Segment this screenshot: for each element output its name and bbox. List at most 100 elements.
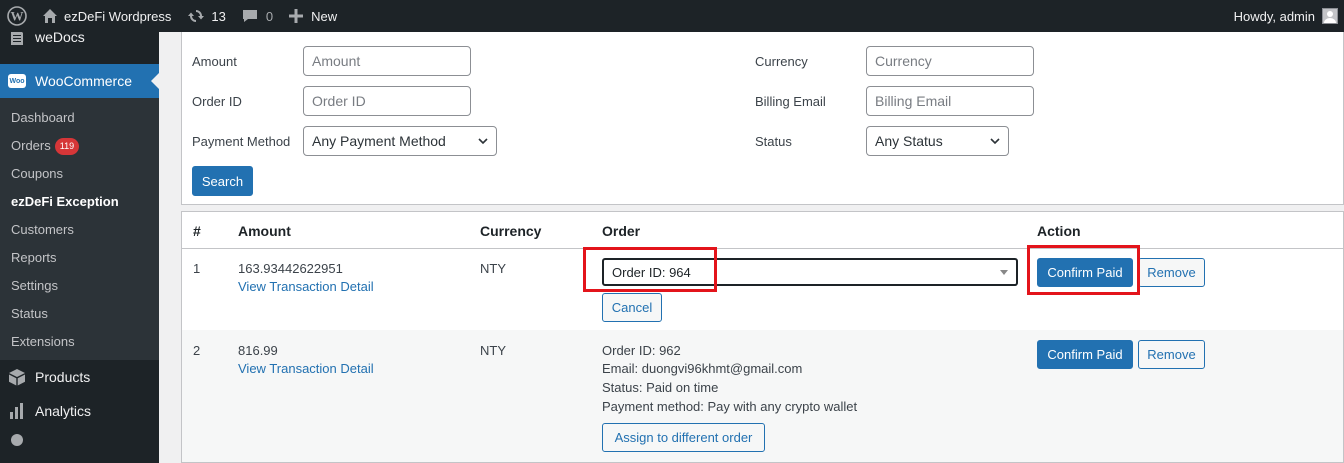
row-number: 1 xyxy=(193,261,201,276)
view-transaction-link[interactable]: View Transaction Detail xyxy=(238,361,374,376)
submenu-item-settings[interactable]: Settings xyxy=(0,272,159,300)
updates-link[interactable]: 13 xyxy=(179,0,233,32)
site-name: ezDeFi Wordpress xyxy=(64,8,172,24)
currency-value: NTY xyxy=(480,261,506,276)
site-name-link[interactable]: ezDeFi Wordpress xyxy=(34,0,179,32)
table-row: 2 816.99 View Transaction Detail NTY Ord… xyxy=(182,330,1343,462)
billing-email-label: Billing Email xyxy=(755,93,826,109)
amount-label: Amount xyxy=(192,53,237,69)
billing-email-input[interactable] xyxy=(866,86,1034,116)
submenu-item-label: Reports xyxy=(11,250,57,265)
svg-text:W: W xyxy=(11,9,24,24)
column-header-currency: Currency xyxy=(480,223,542,239)
sidebar-item-partial[interactable] xyxy=(0,428,159,448)
new-content-link[interactable]: New xyxy=(281,0,345,32)
sidebar-item-label: Analytics xyxy=(35,403,92,419)
row-number: 2 xyxy=(193,343,201,358)
submenu-item-customers[interactable]: Customers xyxy=(0,216,159,244)
order-id-input[interactable] xyxy=(303,86,471,116)
submenu-item-label: Settings xyxy=(11,278,58,293)
assign-order-button[interactable]: Assign to different order xyxy=(602,423,765,452)
greeting: Howdy, admin xyxy=(1233,8,1315,24)
sidebar-item-analytics[interactable]: Analytics xyxy=(0,394,159,428)
submenu-item-coupons[interactable]: Coupons xyxy=(0,160,159,188)
status-select[interactable]: Any Status xyxy=(866,126,1009,156)
admin-bar: W ezDeFi Wordpress 13 0 New Howdy, admin xyxy=(0,0,1344,32)
remove-button[interactable]: Remove xyxy=(1138,258,1205,287)
updates-count: 13 xyxy=(211,8,226,24)
menu-icon xyxy=(8,429,26,447)
order-status-text: Status: Paid on time xyxy=(602,380,719,395)
confirm-paid-button[interactable]: Confirm Paid xyxy=(1037,340,1133,369)
order-id-filter: Order ID xyxy=(192,86,471,116)
bar-chart-icon xyxy=(8,402,26,420)
woocommerce-submenu: Dashboard Orders 119 Coupons ezDeFi Excep… xyxy=(0,98,159,360)
admin-sidebar: weDocs Woo WooCommerce Dashboard Orders 1… xyxy=(0,32,159,463)
submenu-item-extensions[interactable]: Extensions xyxy=(0,328,159,356)
woocommerce-icon: Woo xyxy=(8,72,26,90)
sidebar-item-woocommerce[interactable]: Woo WooCommerce xyxy=(0,64,159,98)
column-header-action: Action xyxy=(1037,223,1081,239)
amount-filter: Amount xyxy=(192,46,471,76)
header-divider xyxy=(182,248,1343,249)
status-value: Any Status xyxy=(875,133,943,149)
home-icon xyxy=(43,9,57,23)
submenu-item-orders[interactable]: Orders 119 xyxy=(0,132,159,160)
search-button[interactable]: Search xyxy=(192,166,253,196)
order-highlight-box xyxy=(583,247,717,292)
sidebar-item-label: WooCommerce xyxy=(35,73,132,89)
payment-method-value: Any Payment Method xyxy=(312,133,446,149)
order-id-label: Order ID xyxy=(192,93,242,109)
avatar xyxy=(1322,8,1338,24)
submenu-item-dashboard[interactable]: Dashboard xyxy=(0,104,159,132)
wordpress-logo-icon[interactable]: W xyxy=(0,0,34,32)
sidebar-item-wedocs[interactable]: weDocs xyxy=(0,32,159,48)
submenu-item-ezdefi-exception[interactable]: ezDeFi Exception xyxy=(0,188,159,216)
submenu-item-label: Dashboard xyxy=(11,110,75,125)
chevron-down-icon xyxy=(478,138,488,145)
view-transaction-link[interactable]: View Transaction Detail xyxy=(238,279,374,294)
plus-icon xyxy=(289,9,304,23)
dropdown-arrow-icon xyxy=(1000,269,1008,275)
submenu-item-label: Coupons xyxy=(11,166,64,181)
currency-input[interactable] xyxy=(866,46,1034,76)
confirm-highlight-box xyxy=(1027,245,1140,295)
order-payment-method-text: Payment method: Pay with any crypto wall… xyxy=(602,399,858,414)
sidebar-item-label: Products xyxy=(35,369,91,385)
comment-icon xyxy=(242,10,257,22)
column-header-amount: Amount xyxy=(238,223,291,239)
updates-icon xyxy=(188,10,205,22)
chevron-down-icon xyxy=(990,138,1000,145)
document-icon xyxy=(8,32,26,46)
submenu-item-label: ezDeFi Exception xyxy=(11,194,119,209)
submenu-item-status[interactable]: Status xyxy=(0,300,159,328)
order-email-text: Email: duongvi96khmt@gmail.com xyxy=(602,361,803,376)
my-account-link[interactable]: Howdy, admin xyxy=(1226,0,1344,32)
cancel-button[interactable]: Cancel xyxy=(602,293,662,322)
payment-method-filter: Payment Method Any Payment Method xyxy=(192,126,497,156)
payment-method-label: Payment Method xyxy=(192,133,291,149)
currency-label: Currency xyxy=(755,53,808,69)
payment-method-select[interactable]: Any Payment Method xyxy=(303,126,497,156)
status-filter: Status Any Status xyxy=(755,126,1009,156)
comments-link[interactable]: 0 xyxy=(234,0,281,32)
sidebar-item-label: weDocs xyxy=(35,32,85,45)
comments-count: 0 xyxy=(265,8,274,24)
column-header-order: Order xyxy=(602,223,641,239)
column-header-num: # xyxy=(193,223,201,239)
submenu-item-label: Status xyxy=(11,306,48,321)
remove-button[interactable]: Remove xyxy=(1138,340,1205,369)
orders-count-badge: 119 xyxy=(54,137,80,155)
submenu-item-reports[interactable]: Reports xyxy=(0,244,159,272)
currency-value: NTY xyxy=(480,343,506,358)
amount-input[interactable] xyxy=(303,46,471,76)
new-label: New xyxy=(311,8,338,24)
submenu-item-label: Orders xyxy=(11,138,51,153)
amount-value: 163.93442622951 xyxy=(238,261,343,276)
filter-panel: Amount Order ID Payment Method Any Payme… xyxy=(181,32,1344,205)
sidebar-item-products[interactable]: Products xyxy=(0,360,159,394)
amount-value: 816.99 xyxy=(238,343,278,358)
status-label: Status xyxy=(755,133,792,149)
box-icon xyxy=(8,368,26,386)
exceptions-table: # Amount Currency Order Action 1 163.934… xyxy=(181,211,1344,463)
